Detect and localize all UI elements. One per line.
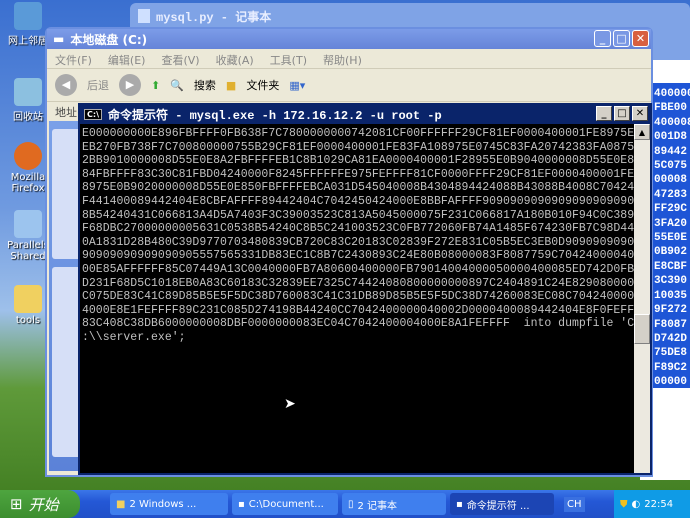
console-output[interactable]: E000000000E896FBFFFF0FB638F7C78000000007… (80, 124, 634, 473)
notepad-title: mysql.py - 记事本 (156, 10, 272, 25)
back-button[interactable]: 后退 (87, 77, 109, 93)
network-icon (14, 2, 42, 30)
menu-help[interactable]: 帮助(H) (323, 52, 362, 67)
console-line: E000000000E896FBFFFF0FB638F7C78000000007… (82, 127, 634, 140)
console-line: 84FBFFFF83C30C81FBD04240000F8245FFFFFFE9… (82, 167, 634, 181)
windows-logo-icon: ⊞ (10, 495, 23, 513)
notepad-line: 10035 (654, 289, 688, 302)
notepad-line: 0B902 (654, 246, 688, 259)
scroll-thumb[interactable] (634, 314, 650, 344)
notepad-line: 75DE8 (654, 347, 688, 360)
notepad-line: F89C2 (654, 361, 688, 374)
maximize-button[interactable]: □ (613, 30, 630, 47)
menu-view[interactable]: 查看(V) (161, 52, 199, 67)
search-icon: 🔍 (170, 78, 184, 92)
folder-icon (14, 285, 42, 313)
notepad-line: 400000 (654, 88, 690, 100)
console-line: C075DE83C41C89D85B5E5F5DC38D760083C41C31… (82, 290, 634, 304)
system-tray: ⛊ ◐ 22:54 (614, 490, 690, 518)
console-line: 00E85AFFFFFF85C07449A13C0040000FB7A80600… (82, 262, 634, 276)
minimize-button[interactable]: _ (594, 30, 611, 47)
console-line: F68DBC27000000005631C0538B54240C8B5C2410… (82, 222, 634, 236)
menu-file[interactable]: 文件(F) (55, 52, 92, 67)
taskbar-button-notepad[interactable]: ▯ 2 记事本 (342, 493, 446, 515)
cmd-icon: ▪ (238, 498, 245, 510)
notepad-line: 89442 (654, 145, 688, 158)
shared-folder-icon (14, 210, 42, 238)
notepad-line: 3FA20 (654, 217, 688, 230)
notepad-icon: ▯ (348, 498, 354, 510)
firefox-icon (14, 142, 42, 170)
notepad-line: E8CBF (654, 260, 688, 273)
console-line: 2BB9010000008D55E0E8A2FBFFFFEB1C8B1029CA… (82, 154, 634, 168)
notepad-line: F8087 (654, 318, 688, 331)
notepad-icon (138, 9, 150, 23)
console-line: D231F68D5C1018EB0A83C60183C32839EE7325C7… (82, 276, 634, 290)
notepad-line: 9F272 (654, 304, 688, 317)
taskbar-button-explorer[interactable]: ■ 2 Windows ... (110, 493, 228, 515)
forward-icon[interactable]: ▶ (119, 74, 141, 96)
scrollbar[interactable]: ▲ (634, 124, 650, 473)
taskbar-button-cmd[interactable]: ▪ 命令提示符 ... (450, 493, 554, 515)
recycle-bin-icon (14, 78, 42, 106)
menu-tools[interactable]: 工具(T) (270, 52, 307, 67)
menu-edit[interactable]: 编辑(E) (108, 52, 146, 67)
minimize-button[interactable]: _ (596, 106, 612, 121)
notepad-line: D742D (654, 332, 688, 345)
explorer-title: 本地磁盘 (C:) (70, 32, 148, 47)
notepad-line: 5C075 (654, 160, 688, 173)
cmd-window[interactable]: C:\ 命令提示符 - mysql.exe -h 172.16.12.2 -u r… (78, 103, 652, 475)
console-line: 8975E0B9020000008D55E0E850FBFFFFEBCA031D… (82, 181, 634, 195)
notepad-line: 3C390 (654, 275, 688, 288)
folders-button[interactable]: 文件夹 (246, 77, 279, 93)
console-line: EB270FB738F7C700800000755B29CF81EF000040… (82, 140, 634, 154)
notepad-selected-text[interactable]: 400000 FBE00 400008 001D8 89442 5C075 00008 472… (652, 83, 690, 388)
security-shield-icon[interactable]: ⛊ (620, 499, 628, 510)
notepad-line: 00000 (654, 376, 688, 388)
mouse-cursor: ➤ (284, 396, 296, 412)
clock: 22:54 (644, 498, 674, 510)
cmd-icon: ▪ (456, 498, 463, 510)
back-icon[interactable]: ◀ (55, 74, 77, 96)
cmd-title: 命令提示符 - mysql.exe -h 172.16.12.2 -u root… (108, 109, 442, 123)
console-line: 8B54240431C066813A4D5A7403F3C39003523C81… (82, 208, 634, 222)
language-indicator[interactable]: CH (564, 496, 585, 512)
scroll-up-arrow[interactable]: ▲ (634, 124, 650, 140)
console-line: F441400089442404E8CBFAFFFF89442404C70424… (82, 194, 634, 208)
notepad-line: 400008 (654, 116, 690, 129)
console-line: :\\server.exe'; (82, 330, 186, 344)
close-button[interactable]: ✕ (632, 106, 648, 121)
speaker-icon[interactable]: ◐ (632, 499, 641, 510)
notepad-line: 55E0E (654, 232, 688, 245)
close-button[interactable]: ✕ (632, 30, 649, 47)
start-button[interactable]: ⊞ 开始 (0, 490, 80, 518)
menu-bar: 文件(F) 编辑(E) 查看(V) 收藏(A) 工具(T) 帮助(H) (47, 49, 651, 69)
views-icon[interactable]: ▦▾ (289, 79, 305, 92)
console-line: 83C408C38DB6000000008DBF0000000083EC04C7… (82, 317, 634, 331)
console-line: 90909090909090905557565331DB83EC1C8B7C24… (82, 249, 634, 263)
notepad-line: 001D8 (654, 131, 688, 144)
notepad-line: FF29C (654, 203, 688, 216)
maximize-button[interactable]: □ (614, 106, 630, 121)
notepad-line: 00008 (654, 174, 688, 187)
console-line: 0A1831D28B480C39D9770703480839CB720C83C2… (82, 235, 634, 249)
toolbar: ◀ 后退 ▶ ⬆ 🔍 搜索 ■ 文件夹 ▦▾ (47, 69, 651, 101)
taskbar-button-documents[interactable]: ▪ C:\Document... (232, 493, 338, 515)
folder-icon: ■ (116, 498, 126, 510)
folders-icon: ■ (225, 78, 237, 92)
notepad-line: FBE00 (654, 102, 688, 115)
notepad-line: 47283 (654, 188, 688, 201)
console-line: 4000E8E1FEFFFF89C231C085D274198B44240CC7… (82, 303, 634, 317)
drive-icon: ▬ (53, 32, 65, 46)
menu-favorites[interactable]: 收藏(A) (216, 52, 254, 67)
up-folder-icon[interactable]: ⬆ (151, 79, 160, 92)
search-button[interactable]: 搜索 (194, 77, 216, 93)
taskbar: ⊞ 开始 ■ 2 Windows ... ▪ C:\Document... ▯ 2 记事… (0, 490, 690, 518)
cmd-icon: C:\ (84, 109, 102, 120)
